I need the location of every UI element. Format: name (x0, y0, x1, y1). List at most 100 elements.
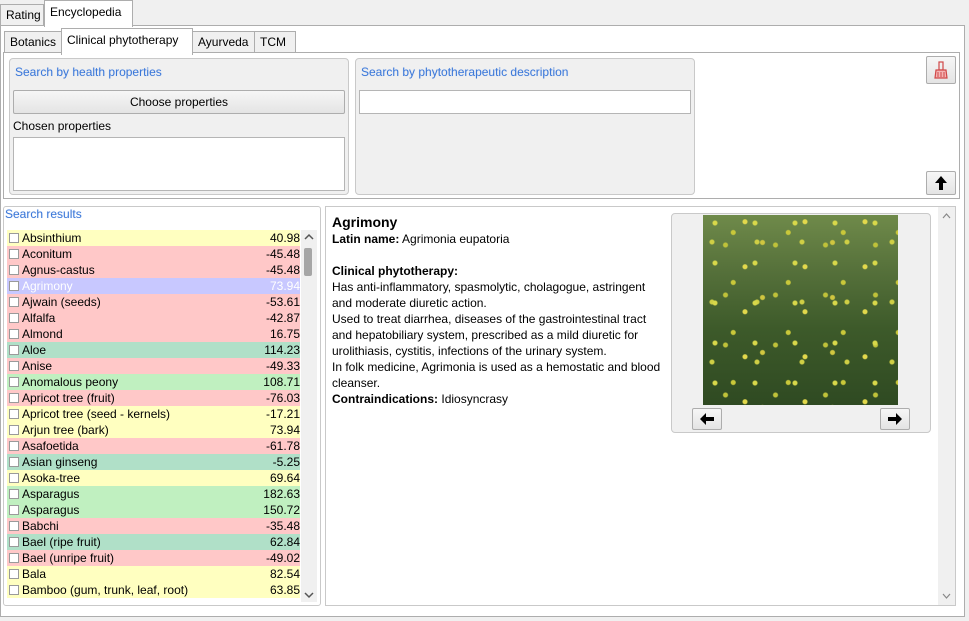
arrow-right-icon (888, 413, 902, 425)
chosen-properties-box[interactable] (13, 137, 345, 191)
result-name: Anomalous peony (22, 375, 119, 389)
result-row[interactable]: Asian ginseng -5.25 (7, 454, 300, 470)
result-row[interactable]: Absinthium 40.98 (7, 230, 300, 246)
result-name: Agnus-castus (22, 263, 95, 277)
result-row[interactable]: Aloe 114.23 (7, 342, 300, 358)
result-name: Aloe (22, 343, 47, 357)
result-checkbox[interactable] (9, 281, 19, 291)
choose-properties-button[interactable]: Choose properties (13, 90, 345, 114)
result-value: -61.78 (265, 439, 300, 453)
result-checkbox[interactable] (9, 473, 19, 483)
next-image-button[interactable] (880, 408, 910, 430)
result-value: 108.71 (263, 375, 300, 389)
result-name: Asian ginseng (22, 455, 98, 469)
result-name: Asparagus (22, 487, 80, 501)
detail-text: Agrimony Latin name: Agrimonia eupatoria… (332, 214, 667, 407)
contraindications-label: Contraindications: (332, 392, 439, 406)
tab-ayurveda[interactable]: Ayurveda (192, 31, 255, 53)
result-row[interactable]: Alfalfa -42.87 (7, 310, 300, 326)
result-name: Ajwain (seeds) (22, 295, 101, 309)
search-results-title: Search results (5, 207, 82, 221)
result-checkbox[interactable] (9, 233, 19, 243)
clear-button[interactable] (926, 56, 956, 84)
results-scrollbar[interactable] (301, 230, 317, 602)
result-row[interactable]: Asafoetida -61.78 (7, 438, 300, 454)
result-value: 73.94 (269, 279, 300, 293)
result-checkbox[interactable] (9, 441, 19, 451)
description-search-input[interactable] (359, 90, 691, 114)
result-name: Absinthium (22, 231, 82, 245)
result-checkbox[interactable] (9, 377, 19, 387)
result-row[interactable]: Agrimony 73.94 (7, 278, 300, 294)
clinical-description-2: Used to treat diarrhea, diseases of the … (332, 312, 647, 358)
result-row[interactable]: Asparagus 182.63 (7, 486, 300, 502)
result-checkbox[interactable] (9, 313, 19, 323)
tab-botanics[interactable]: Botanics (4, 31, 62, 53)
search-results-list[interactable]: Absinthium 40.98 Aconitum -45.48 Agnus-castu… (7, 230, 300, 602)
result-checkbox[interactable] (9, 457, 19, 467)
result-name: Asafoetida (22, 439, 79, 453)
result-checkbox[interactable] (9, 249, 19, 259)
latin-name-label: Latin name: (332, 232, 400, 246)
result-row[interactable]: Bael (unripe fruit) -49.02 (7, 550, 300, 566)
result-value: 63.85 (269, 583, 300, 597)
result-row[interactable]: Agnus-castus -45.48 (7, 262, 300, 278)
result-checkbox[interactable] (9, 361, 19, 371)
result-checkbox[interactable] (9, 329, 19, 339)
result-row[interactable]: Bamboo (gum, trunk, leaf, root) 63.85 (7, 582, 300, 598)
result-name: Babchi (22, 519, 59, 533)
result-name: Arjun tree (bark) (22, 423, 109, 437)
tab-tcm[interactable]: TCM (254, 31, 296, 53)
result-checkbox[interactable] (9, 537, 19, 547)
result-value: 62.84 (269, 535, 300, 549)
result-value: 150.72 (263, 503, 300, 517)
result-checkbox[interactable] (9, 297, 19, 307)
result-name: Aconitum (22, 247, 73, 261)
result-row[interactable]: Babchi -35.48 (7, 518, 300, 534)
eraser-icon (934, 61, 948, 79)
result-row[interactable]: Bael (ripe fruit) 62.84 (7, 534, 300, 550)
result-checkbox[interactable] (9, 425, 19, 435)
result-row[interactable]: Almond 16.75 (7, 326, 300, 342)
result-value: 16.75 (269, 327, 300, 341)
tab-encyclopedia[interactable]: Encyclopedia (44, 0, 133, 27)
tab-clinical-phytotherapy[interactable]: Clinical phytotherapy (61, 28, 193, 55)
result-row[interactable]: Ajwain (seeds) -53.61 (7, 294, 300, 310)
result-checkbox[interactable] (9, 345, 19, 355)
result-value: 69.64 (269, 471, 300, 485)
result-name: Asoka-tree (22, 471, 81, 485)
contraindications-value: Idiosyncrasy (441, 392, 509, 406)
latin-name-value: Agrimonia eupatoria (402, 232, 510, 246)
result-name: Almond (22, 327, 63, 341)
result-checkbox[interactable] (9, 585, 19, 595)
result-value: 82.54 (269, 567, 300, 581)
result-row[interactable]: Arjun tree (bark) 73.94 (7, 422, 300, 438)
previous-image-button[interactable] (692, 408, 722, 430)
detail-scrollbar[interactable] (938, 207, 955, 605)
result-row[interactable]: Anise -49.33 (7, 358, 300, 374)
result-row[interactable]: Apricot tree (seed - kernels) -17.21 (7, 406, 300, 422)
result-row[interactable]: Anomalous peony 108.71 (7, 374, 300, 390)
result-row[interactable]: Asparagus 150.72 (7, 502, 300, 518)
result-checkbox[interactable] (9, 393, 19, 403)
chevron-up-icon (942, 213, 951, 219)
result-checkbox[interactable] (9, 265, 19, 275)
result-name: Alfalfa (22, 311, 56, 325)
result-checkbox[interactable] (9, 409, 19, 419)
scroll-up-button[interactable] (926, 171, 956, 195)
result-checkbox[interactable] (9, 505, 19, 515)
result-row[interactable]: Apricot tree (fruit) -76.03 (7, 390, 300, 406)
result-value: -5.25 (272, 455, 300, 469)
result-value: -17.21 (265, 407, 300, 421)
result-row[interactable]: Bala 82.54 (7, 566, 300, 582)
result-row[interactable]: Asoka-tree 69.64 (7, 470, 300, 486)
result-checkbox[interactable] (9, 553, 19, 563)
result-checkbox[interactable] (9, 489, 19, 499)
result-checkbox[interactable] (9, 521, 19, 531)
top-tab-strip: Rating Encyclopedia (0, 0, 969, 27)
result-checkbox[interactable] (9, 569, 19, 579)
health-properties-title: Search by health properties (15, 65, 162, 79)
results-scrollbar-thumb[interactable] (304, 248, 312, 276)
tab-rating[interactable]: Rating (0, 4, 44, 26)
result-row[interactable]: Aconitum -45.48 (7, 246, 300, 262)
